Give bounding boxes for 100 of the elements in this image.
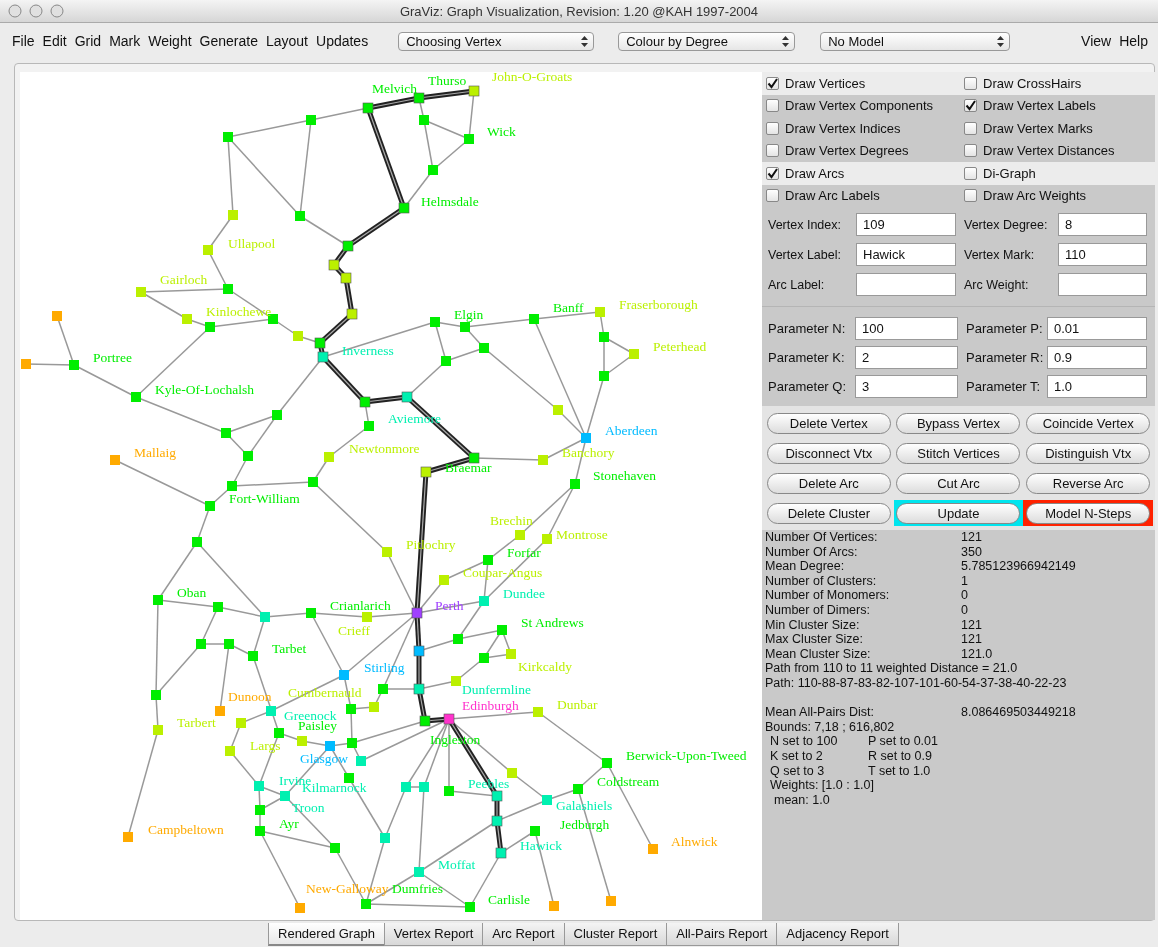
input-field[interactable]: 8 (1058, 213, 1147, 236)
tab[interactable]: Vertex Report (383, 923, 484, 946)
vertex-label: Glasgow (300, 751, 348, 767)
action-button[interactable]: Disconnect Vtx (766, 442, 891, 464)
input-field[interactable]: 3 (855, 375, 958, 398)
input-field[interactable]: 100 (855, 317, 958, 340)
checkbox-label: Draw Vertex Distances (983, 143, 1115, 159)
checkbox-label: Draw CrossHairs (983, 75, 1082, 91)
vertex-label: Banff (553, 300, 584, 316)
stat-label: Number Of Vertices: (765, 530, 879, 545)
action-button[interactable]: Delete Cluster (766, 502, 891, 524)
action-button[interactable]: Distinguish Vtx (1026, 442, 1151, 464)
checkbox-label: Draw Vertex Marks (983, 120, 1093, 136)
vertex-label: Thurso (428, 73, 467, 89)
vertex-label: Montrose (556, 527, 608, 543)
vertex-label: Melvich (372, 81, 417, 97)
action-button[interactable]: Bypass Vertex (896, 412, 1021, 434)
input-field[interactable]: 1.0 (1047, 375, 1147, 398)
menu-item[interactable]: Edit (38, 33, 71, 49)
vertex-label: Troon (292, 800, 325, 816)
vertex-label: Brechin (490, 513, 533, 529)
action-button[interactable]: Update (896, 502, 1021, 524)
vertex-label: Berwick-Upon-Tweed (626, 748, 747, 764)
field-label: Vertex Mark: (963, 247, 1036, 262)
checkbox-label: Draw Vertices (785, 75, 866, 91)
menu-item[interactable]: Layout (261, 33, 312, 49)
stat-label: Mean Degree: (765, 559, 846, 574)
vertex-label: Helmsdale (421, 194, 479, 210)
vertex-label: Alnwick (671, 834, 718, 850)
vertex-label: Tarbet (272, 641, 307, 657)
stat-label: Mean Cluster Size: (765, 646, 872, 662)
field-label: Vertex Degree: (963, 217, 1049, 232)
vertex-label: Dumfries (392, 881, 443, 897)
menu-item[interactable]: Help (1115, 33, 1152, 49)
input-field[interactable]: 0.01 (1047, 317, 1147, 340)
menu-item[interactable]: Mark (105, 33, 145, 49)
menu-item[interactable]: File (8, 33, 39, 49)
dropdown[interactable]: Colour by Degree (618, 31, 796, 51)
setting-text: Q set to 3 (770, 763, 826, 779)
checkbox-label: Draw Vertex Labels (983, 98, 1096, 114)
stat-label: Number of Dimers: (765, 602, 871, 618)
stat-value: 5.785123966942149 (961, 559, 1077, 574)
vertex-label: Forfar (507, 545, 541, 561)
checkbox-label: Draw Vertex Components (785, 98, 934, 114)
menu-item[interactable]: Weight (144, 33, 196, 49)
vertex-label: Gairloch (160, 272, 208, 288)
tab[interactable]: All-Pairs Report (666, 923, 778, 946)
vertex-label: St Andrews (521, 615, 584, 631)
action-button[interactable]: Coincide Vertex (1026, 412, 1151, 434)
action-button[interactable]: Cut Arc (896, 472, 1021, 494)
vertex-label: Galashiels (556, 798, 613, 814)
menu-item[interactable]: View (1077, 33, 1116, 49)
menu-item[interactable]: Updates (312, 33, 373, 49)
tab[interactable]: Cluster Report (563, 923, 668, 946)
checkbox-label: Draw Arc Labels (785, 188, 880, 204)
tab[interactable]: Arc Report (482, 923, 565, 946)
stat-label: Number Of Arcs: (765, 544, 859, 560)
stat-label: Max Cluster Size: (765, 632, 864, 647)
vertex-label: Perth (435, 598, 464, 614)
setting-text: P set to 0.01 (868, 734, 939, 749)
tab[interactable]: Rendered Graph (268, 923, 385, 946)
stat-value: 121 (961, 617, 983, 633)
action-button[interactable]: Stitch Vertices (896, 442, 1021, 464)
dropdown[interactable]: No Model (820, 31, 1011, 51)
checkbox-label: Draw Vertex Degrees (785, 143, 909, 159)
stat-value: 8.086469503449218 (961, 705, 1077, 720)
stat-value: 1 (961, 573, 969, 589)
stat-value: 0 (961, 602, 969, 618)
input-field[interactable]: Hawick (856, 243, 956, 266)
dropdown[interactable]: Choosing Vertex (398, 31, 595, 51)
stat-value: 0 (961, 588, 969, 603)
vertex-label: New-Galloway (306, 881, 389, 897)
vertex-label: Peterhead (653, 339, 707, 355)
vertex-label: Kirkcaldy (518, 659, 572, 675)
vertex-label: Elgin (454, 307, 484, 323)
menu-item[interactable]: Generate (195, 33, 262, 49)
input-field[interactable]: 2 (855, 346, 958, 369)
input-field[interactable]: 109 (856, 213, 956, 236)
vertex-label: Inverness (342, 343, 394, 359)
vertex-label: Carlisle (488, 892, 530, 908)
vertex-label: Kinlochewe (206, 304, 272, 320)
action-button[interactable]: Model N-Steps (1026, 502, 1151, 524)
vertex-label: Stirling (364, 660, 405, 676)
vertex-label: Coupar-Angus (463, 565, 543, 581)
input-field[interactable]: 0.9 (1047, 346, 1147, 369)
input-field[interactable]: 110 (1058, 243, 1147, 266)
field-label: Arc Weight: (963, 277, 1030, 292)
vertex-label: Largs (250, 738, 281, 754)
path-text: Path: 110-88-87-83-82-107-101-60-54-37-38-40-22-23 (764, 675, 1068, 691)
action-button[interactable]: Reverse Arc (1026, 472, 1151, 494)
menu-item[interactable]: Grid (70, 33, 106, 49)
field-label: Vertex Index: (768, 217, 842, 232)
field-label: Parameter T: (965, 379, 1042, 394)
tab[interactable]: Adjacency Report (776, 923, 899, 946)
stat-value: 121.0 (961, 646, 994, 662)
checkbox-label: Draw Arcs (785, 165, 845, 181)
action-button[interactable]: Delete Vertex (766, 412, 891, 434)
vertex-label: Ullapool (228, 236, 276, 252)
action-button[interactable]: Delete Arc (766, 472, 891, 494)
checkbox-label: Di-Graph (983, 165, 1036, 181)
